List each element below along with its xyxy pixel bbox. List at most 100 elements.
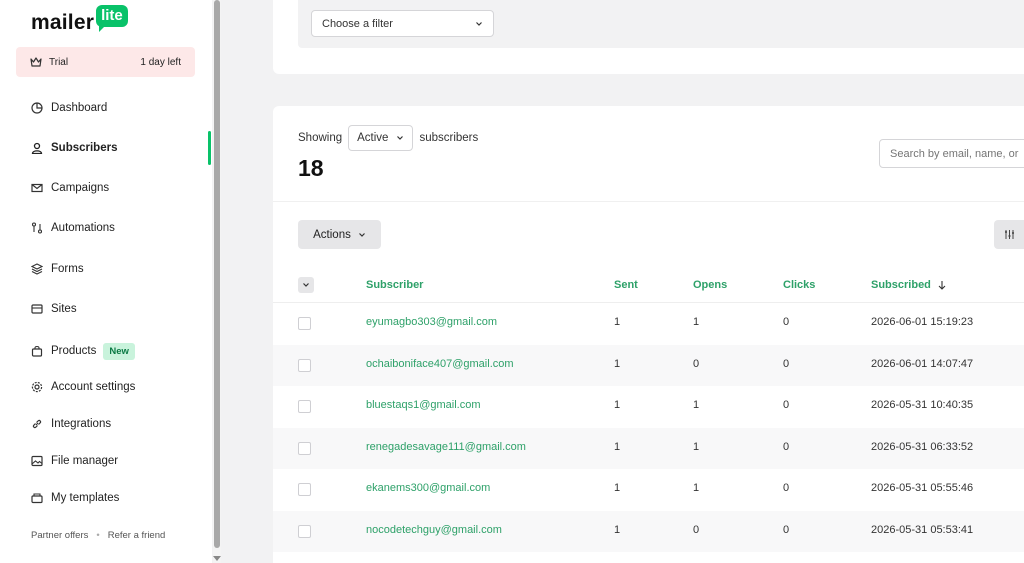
- column-header-clicks[interactable]: Clicks: [783, 279, 815, 291]
- table-row[interactable]: bluestaqs1@gmail.com 1 1 0 2026-05-31 10…: [273, 386, 1024, 427]
- partner-offers-link[interactable]: Partner offers: [31, 530, 88, 541]
- subscriber-email[interactable]: ochaiboniface407@gmail.com: [366, 358, 514, 370]
- clicks-value: 0: [783, 482, 790, 494]
- subscriber-email[interactable]: bluestaqs1@gmail.com: [366, 399, 481, 411]
- sidebar-item-subscribers[interactable]: Subscribers: [31, 138, 117, 158]
- sidebar-item-label: File manager: [51, 455, 119, 467]
- sidebar-item-label: Dashboard: [51, 102, 108, 114]
- row-checkbox[interactable]: [298, 359, 311, 372]
- actions-button[interactable]: Actions: [298, 220, 381, 249]
- sidebar-item-my-templates[interactable]: My templates: [31, 488, 119, 508]
- browser-icon: [31, 304, 43, 314]
- divider: [273, 201, 1024, 202]
- sidebar-item-integrations[interactable]: Integrations: [31, 414, 111, 434]
- subscribed-date: 2026-06-01 15:19:23: [871, 316, 974, 328]
- mailerlite-logo[interactable]: mailer lite: [31, 5, 128, 35]
- filter-select[interactable]: Choose a filter: [311, 10, 494, 37]
- trial-banner[interactable]: Trial 1 day left: [16, 47, 195, 77]
- scroll-down-arrow-icon[interactable]: [213, 556, 221, 561]
- row-checkbox[interactable]: [298, 525, 311, 538]
- row-checkbox[interactable]: [298, 317, 311, 330]
- table-row[interactable]: eyumagbo303@gmail.com 1 1 0 2026-06-01 1…: [273, 303, 1024, 344]
- search-input[interactable]: [879, 139, 1024, 168]
- column-header-subscribed-label: Subscribed: [871, 279, 931, 291]
- user-icon: [31, 142, 43, 154]
- table-row[interactable]: ochaiboniface407@gmail.com 1 0 0 2026-06…: [273, 345, 1024, 386]
- subscriber-email[interactable]: ekanems300@gmail.com: [366, 482, 490, 494]
- sliders-icon: [1005, 230, 1014, 239]
- sidebar-scrollbar[interactable]: [213, 0, 221, 563]
- link-icon: [32, 419, 42, 429]
- opens-value: 1: [693, 482, 700, 494]
- subscribers-suffix: subscribers: [419, 132, 479, 144]
- automation-icon: [31, 222, 43, 234]
- chevron-down-icon: [358, 232, 365, 237]
- sidebar-item-file-manager[interactable]: File manager: [31, 451, 118, 471]
- clicks-value: 0: [783, 358, 790, 370]
- chevron-down-icon: [476, 21, 482, 26]
- showing-label: Showing: [298, 132, 343, 144]
- subscriber-email[interactable]: eyumagbo303@gmail.com: [366, 316, 497, 328]
- layers-icon: [31, 263, 43, 275]
- gear-icon: [31, 381, 43, 393]
- column-header-subscriber[interactable]: Subscriber: [366, 279, 423, 291]
- sidebar-item-account-settings[interactable]: Account settings: [31, 377, 135, 397]
- opens-value: 1: [693, 316, 700, 328]
- showing-row: Showing Active subscribers: [298, 125, 478, 151]
- column-header-sent[interactable]: Sent: [614, 279, 638, 291]
- sent-value: 1: [614, 482, 621, 494]
- subscribed-date: 2026-05-31 05:55:46: [871, 482, 974, 494]
- column-header-opens[interactable]: Opens: [693, 279, 727, 291]
- filter-select-value: Choose a filter: [322, 17, 393, 30]
- sidebar-item-forms[interactable]: Forms: [31, 259, 84, 279]
- chevron-down-icon: [303, 283, 309, 287]
- status-select[interactable]: Active: [348, 125, 414, 151]
- sidebar-item-products[interactable]: Products New: [31, 341, 135, 361]
- image-icon: [31, 455, 43, 467]
- subscriber-email[interactable]: renegadesavage111@gmail.com: [366, 441, 526, 453]
- table-row[interactable]: renegadesavage111@gmail.com 1 1 0 2026-0…: [273, 428, 1024, 469]
- sidebar-item-automations[interactable]: Automations: [31, 218, 115, 238]
- subscribed-date: 2026-05-31 05:53:41: [871, 524, 974, 536]
- sidebar-item-label: Forms: [51, 263, 84, 275]
- clicks-value: 0: [783, 316, 790, 328]
- sent-value: 1: [614, 399, 621, 411]
- new-badge: New: [103, 342, 135, 360]
- sent-value: 1: [614, 524, 621, 536]
- columns-settings-button[interactable]: [994, 220, 1024, 249]
- table-row[interactable]: ekanems300@gmail.com 1 1 0 2026-05-31 05…: [273, 469, 1024, 510]
- row-checkbox[interactable]: [298, 442, 311, 455]
- table-row[interactable]: nocodetechguy@gmail.com 1 0 0 2026-05-31…: [273, 511, 1024, 552]
- sidebar-footer: Partner offers • Refer a friend: [31, 530, 165, 541]
- actions-button-label: Actions: [313, 228, 351, 241]
- column-header-subscribed[interactable]: Subscribed: [871, 279, 947, 291]
- chevron-down-icon: [397, 136, 404, 140]
- bag-icon: [31, 345, 43, 357]
- subscribed-date: 2026-05-31 10:40:35: [871, 399, 974, 411]
- active-indicator: [208, 131, 211, 165]
- trial-label: Trial: [49, 56, 69, 68]
- sidebar-item-label: Sites: [51, 303, 77, 315]
- sent-value: 1: [614, 441, 621, 453]
- select-all-checkbox[interactable]: [298, 277, 314, 293]
- subscriber-count: 18: [298, 155, 324, 181]
- mail-icon: [31, 183, 43, 193]
- sidebar-item-label: Account settings: [51, 381, 136, 393]
- sidebar-item-campaigns[interactable]: Campaigns: [31, 178, 109, 198]
- row-checkbox[interactable]: [298, 483, 311, 496]
- subscribed-date: 2026-05-31 06:33:52: [871, 441, 974, 453]
- opens-value: 0: [693, 358, 700, 370]
- sent-value: 1: [614, 316, 621, 328]
- opens-value: 0: [693, 524, 700, 536]
- scrollbar-thumb[interactable]: [214, 0, 220, 548]
- clicks-value: 0: [783, 399, 790, 411]
- sidebar-item-label: Automations: [51, 222, 115, 234]
- sidebar-item-dashboard[interactable]: Dashboard: [31, 98, 107, 118]
- refer-a-friend-link[interactable]: Refer a friend: [108, 530, 166, 541]
- subscriber-email[interactable]: nocodetechguy@gmail.com: [366, 524, 502, 536]
- sidebar-item-sites[interactable]: Sites: [31, 299, 77, 319]
- dashboard-icon: [31, 102, 43, 114]
- row-checkbox[interactable]: [298, 400, 311, 413]
- sidebar-item-label: Integrations: [51, 418, 112, 430]
- clicks-value: 0: [783, 524, 790, 536]
